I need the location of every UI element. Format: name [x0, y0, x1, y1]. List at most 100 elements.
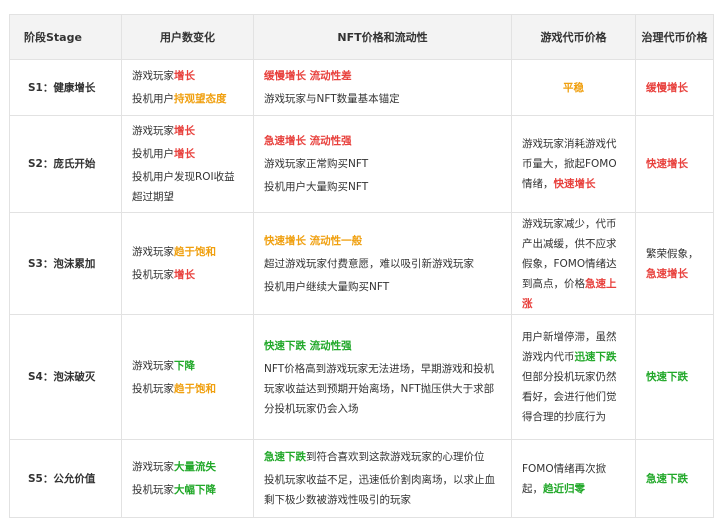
cell-text: 投机玩家	[132, 269, 174, 281]
highlight-text: 急速下跌	[646, 472, 688, 485]
cell-text: 投机玩家	[132, 382, 174, 395]
highlight-text: 增长	[174, 269, 195, 281]
stage-table: 阶段Stage 用户数变化 NFT价格和流动性 游戏代币价格 治理代币价格 S1…	[9, 14, 714, 518]
cell-text: 游戏玩家	[132, 246, 174, 258]
cell-text: 游戏玩家	[132, 125, 174, 137]
users-cell: 游戏玩家增长 投机用户持观望态度	[121, 59, 254, 116]
highlight-text: 迅速下跌	[574, 351, 617, 363]
cell-text: 投机用户大量购买NFT	[264, 181, 369, 193]
cell-line: 游戏玩家增长	[132, 121, 243, 141]
stage-table-container: 阶段Stage 用户数变化 NFT价格和流动性 游戏代币价格 治理代币价格 S1…	[9, 14, 714, 518]
stage-cell: S2：庞氏开始	[9, 115, 122, 213]
cell-text: 游戏玩家	[132, 461, 174, 473]
cell-line: 投机玩家增长	[132, 265, 243, 285]
header-users: 用户数变化	[121, 14, 254, 60]
table-row: S2：庞氏开始 游戏玩家增长 投机用户增长 投机用户发现ROI收益超过期望 急速增长…	[9, 115, 714, 213]
cell-text: 投机用户	[132, 93, 174, 105]
cell-line: 投机玩家收益不足，迅速低价割肉离场，以求止血剩下极少数被游戏性吸引的玩家	[264, 470, 501, 510]
nft-cell: 急速下跌到符合喜欢到这款游戏玩家的心理价位投机玩家收益不足，迅速低价割肉离场，以…	[253, 439, 512, 518]
header-stage: 阶段Stage	[9, 14, 122, 60]
highlight-text: 持观望态度	[174, 93, 227, 105]
gov-token-cell: 快速增长	[635, 115, 714, 213]
cell-line: 缓慢增长 流动性差	[264, 66, 501, 86]
cell-line: 投机玩家趋于饱和	[132, 379, 243, 399]
highlight-text: 急速增长 流动性强	[264, 135, 352, 147]
highlight-text: 快速增长	[553, 178, 596, 190]
gov-token-cell: 快速下跌	[635, 314, 714, 440]
table-row: S1：健康增长 游戏玩家增长 投机用户持观望态度 缓慢增长 流动性差 游戏玩家与NF…	[9, 59, 714, 116]
highlight-text: 增长	[174, 148, 195, 160]
cell-line: 急速增长 流动性强	[264, 131, 501, 151]
table-row: S3：泡沫累加 游戏玩家趋于饱和 投机玩家增长 快速增长 流动性一般 超过游戏玩家付…	[9, 212, 714, 315]
nft-cell: 快速增长 流动性一般超过游戏玩家付费意愿，难以吸引新游戏玩家投机用户继续大量购买…	[253, 212, 512, 315]
cell-text: 投机玩家	[132, 484, 174, 496]
game-token-cell: 平稳	[511, 59, 636, 116]
header-game-token: 游戏代币价格	[511, 14, 636, 60]
gov-token-cell: 急速下跌	[635, 439, 714, 518]
cell-line: NFT价格高到游戏玩家无法进场，早期游戏和投机玩家收益达到预期开始离场，NFT抛…	[264, 359, 501, 419]
highlight-text: 快速下跌 流动性强	[264, 339, 352, 352]
highlight-text: 趋于饱和	[174, 246, 216, 258]
stage-cell: S5：公允价值	[9, 439, 122, 518]
table-row: S4：泡沫破灭 游戏玩家下降 投机玩家趋于饱和 快速下跌 流动性强 NFT价格高到游…	[9, 314, 714, 440]
highlight-text: 缓慢增长 流动性差	[264, 70, 352, 82]
cell-text: 投机用户	[132, 148, 174, 160]
users-cell: 游戏玩家趋于饱和 投机玩家增长	[121, 212, 254, 315]
stage-cell: S1：健康增长	[9, 59, 122, 116]
cell-text: NFT价格高到游戏玩家无法进场，早期游戏和投机玩家收益达到预期开始离场，NFT抛…	[264, 362, 495, 415]
cell-line: 游戏玩家趋于饱和	[132, 242, 243, 262]
highlight-text: 急速增长	[646, 267, 688, 280]
game-token-cell: 游戏玩家消耗游戏代币量大，掀起FOMO情绪，快速增长	[511, 115, 636, 213]
table-row: S5：公允价值 游戏玩家大量流失 投机玩家大幅下降 急速下跌到符合喜欢到这款游戏玩…	[9, 439, 714, 518]
header-nft: NFT价格和流动性	[253, 14, 512, 60]
cell-text: 投机玩家收益不足，迅速低价割肉离场，以求止血剩下极少数被游戏性吸引的玩家	[264, 474, 495, 506]
highlight-text: 快速增长 流动性一般	[264, 234, 363, 247]
header-gov-token: 治理代币价格	[635, 14, 714, 60]
cell-line: 投机用户继续大量购买NFT	[264, 277, 501, 297]
cell-line: 游戏玩家大量流失	[132, 457, 243, 477]
cell-line: 快速下跌 流动性强	[264, 336, 501, 356]
cell-text: 繁荣假象，	[646, 247, 699, 260]
stage-cell: S3：泡沫累加	[9, 212, 122, 315]
highlight-text: 快速增长	[646, 158, 688, 170]
cell-line: 游戏玩家与NFT数量基本锚定	[264, 89, 501, 109]
cell-line: 投机用户大量购买NFT	[264, 177, 501, 197]
highlight-text: 缓慢增长	[646, 81, 688, 94]
cell-text: 游戏玩家	[132, 70, 174, 82]
highlight-text: 趋近归零	[543, 482, 585, 495]
cell-line: 游戏玩家下降	[132, 356, 243, 376]
game-token-cell: 游戏玩家减少，代币产出减缓，供不应求假象，FOMO情绪达到高点，价格急速上涨	[511, 212, 636, 315]
cell-line: 投机用户发现ROI收益超过期望	[132, 167, 243, 207]
cell-text: 游戏玩家	[132, 359, 174, 372]
cell-line: 急速下跌到符合喜欢到这款游戏玩家的心理价位	[264, 447, 501, 467]
highlight-text: 增长	[174, 70, 195, 82]
cell-line: 超过游戏玩家付费意愿，难以吸引新游戏玩家	[264, 254, 501, 274]
cell-line: 快速增长 流动性一般	[264, 231, 501, 251]
cell-line: 投机用户增长	[132, 144, 243, 164]
highlight-text: 下降	[174, 359, 195, 372]
cell-line: 游戏玩家正常购买NFT	[264, 154, 501, 174]
cell-line: 游戏玩家增长	[132, 66, 243, 86]
highlight-text: 急速下跌	[264, 451, 306, 463]
cell-text: 但部分投机玩家仍然看好，会进行他们觉得合理的抄底行为	[522, 371, 617, 423]
highlight-text: 大幅下降	[174, 484, 216, 496]
highlight-text: 趋于饱和	[174, 382, 216, 395]
stage-cell: S4：泡沫破灭	[9, 314, 122, 440]
cell-text: 到符合喜欢到这款游戏玩家的心理价位	[306, 451, 485, 463]
cell-text: 游戏玩家正常购买NFT	[264, 158, 369, 170]
nft-cell: 急速增长 流动性强游戏玩家正常购买NFT 投机用户大量购买NFT	[253, 115, 512, 213]
users-cell: 游戏玩家大量流失 投机玩家大幅下降	[121, 439, 254, 518]
highlight-text: 大量流失	[174, 461, 216, 473]
highlight-text: 增长	[174, 125, 195, 137]
gov-token-cell: 繁荣假象， 急速增长	[635, 212, 714, 315]
cell-text: 投机用户发现ROI收益超过期望	[132, 171, 235, 203]
cell-line: 投机玩家大幅下降	[132, 480, 243, 500]
game-token-cell: 用户新增停滞，虽然游戏内代币迅速下跌但部分投机玩家仍然看好，会进行他们觉得合理的…	[511, 314, 636, 440]
table-header-row: 阶段Stage 用户数变化 NFT价格和流动性 游戏代币价格 治理代币价格	[9, 14, 714, 60]
users-cell: 游戏玩家下降 投机玩家趋于饱和	[121, 314, 254, 440]
cell-text: 游戏玩家与NFT数量基本锚定	[264, 93, 400, 105]
cell-text: 投机用户继续大量购买NFT	[264, 280, 390, 293]
highlight-text: 平稳	[563, 81, 584, 94]
game-token-cell: FOMO情绪再次掀起，趋近归零	[511, 439, 636, 518]
table-body: S1：健康增长 游戏玩家增长 投机用户持观望态度 缓慢增长 流动性差 游戏玩家与NF…	[9, 59, 714, 518]
